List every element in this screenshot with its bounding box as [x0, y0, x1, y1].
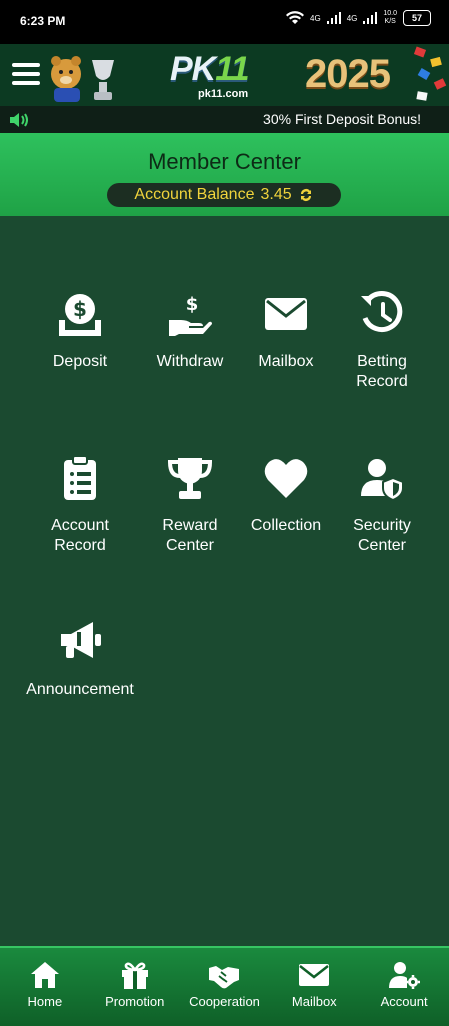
nav-mailbox[interactable]: Mailbox — [269, 948, 359, 1026]
battery-level: 57 — [411, 13, 422, 23]
bottom-navigation: Home Promotion Cooperation Mailbox Accou… — [0, 946, 449, 1026]
nav-home[interactable]: Home — [0, 948, 90, 1026]
status-time: 6:23 PM — [20, 14, 66, 28]
network-speed: 10.0 K/S — [383, 10, 397, 26]
announcement-label: Announcement — [26, 681, 134, 698]
megaphone-icon — [61, 622, 101, 658]
withdraw-icon: $ — [169, 294, 212, 336]
collection-button[interactable]: Collection — [238, 454, 334, 536]
reward-center-label: Reward Center — [162, 517, 218, 554]
network-label-2: 4G — [346, 13, 358, 23]
home-icon — [30, 962, 59, 988]
confetti-decoration — [413, 46, 447, 101]
mail-icon — [265, 298, 307, 330]
collection-label: Collection — [250, 517, 322, 534]
heart-icon — [264, 459, 308, 498]
security-center-label: Security Center — [353, 517, 411, 554]
nav-mailbox-label: Mailbox — [291, 994, 337, 1009]
security-center-button[interactable]: Security Center — [334, 454, 430, 556]
balance-value: 3.45 — [260, 186, 292, 203]
app-header: PK11 pk11.com 2025 — [0, 44, 449, 106]
mail-icon — [299, 964, 330, 986]
withdraw-label: Withdraw — [156, 353, 224, 370]
menu-icon[interactable] — [12, 63, 40, 87]
trophy-icon — [167, 458, 213, 499]
nav-cooperation[interactable]: Cooperation — [180, 948, 270, 1026]
nav-promotion-label: Promotion — [105, 994, 165, 1009]
balance-label: Account Balance — [134, 186, 255, 203]
deposit-label: Deposit — [52, 353, 108, 370]
member-center-header: Member Center Account Balance 3.45 — [0, 133, 449, 216]
signal-icon — [363, 12, 378, 24]
account-balance-pill[interactable]: Account Balance 3.45 — [107, 183, 341, 207]
nav-home-label: Home — [27, 994, 63, 1009]
mailbox-button[interactable]: Mailbox — [238, 290, 334, 372]
logo-number: 11 — [215, 50, 249, 88]
marquee-text: 30% First Deposit Bonus! — [263, 111, 421, 127]
year-badge: 2025 — [305, 52, 391, 96]
speed-value: 10.0 — [383, 10, 397, 17]
wifi-icon — [286, 11, 305, 24]
refresh-icon[interactable] — [298, 187, 314, 203]
signal-icon — [326, 12, 341, 24]
speaker-icon — [10, 113, 28, 127]
clipboard-icon — [64, 455, 96, 500]
announcement-button[interactable]: Announcement — [22, 618, 138, 700]
logo-domain: pk11.com — [198, 88, 249, 100]
nav-account-label: Account — [380, 994, 428, 1009]
withdraw-button[interactable]: $ Withdraw — [142, 290, 238, 372]
page-title: Member Center — [148, 149, 301, 174]
nav-account[interactable]: Account — [359, 948, 449, 1026]
handshake-icon — [209, 966, 240, 989]
svg-text:$: $ — [186, 294, 199, 315]
deposit-icon: $ — [59, 294, 101, 336]
account-record-button[interactable]: Account Record — [32, 454, 128, 556]
pk11-logo: PK11 pk11.com — [160, 50, 295, 100]
svg-text:$: $ — [73, 297, 87, 321]
battery-icon: 57 — [403, 10, 431, 26]
member-menu-grid: $ Deposit $ Withdraw Mailbox Betting Rec… — [0, 216, 449, 946]
gift-icon — [121, 962, 148, 989]
history-icon — [361, 291, 403, 333]
status-icons: 4G 4G 10.0 K/S 57 — [286, 10, 431, 26]
nav-cooperation-label: Cooperation — [189, 994, 260, 1009]
network-label-1: 4G — [310, 13, 321, 23]
account-record-label: Account Record — [51, 517, 109, 554]
user-shield-icon — [361, 459, 404, 502]
deposit-button[interactable]: $ Deposit — [32, 290, 128, 372]
betting-record-label: Betting Record — [356, 353, 408, 390]
logo-main: PK — [170, 50, 216, 88]
speed-unit: K/S — [384, 18, 396, 25]
mailbox-label: Mailbox — [258, 353, 314, 370]
betting-record-button[interactable]: Betting Record — [334, 290, 430, 392]
nav-promotion[interactable]: Promotion — [90, 948, 180, 1026]
announcement-marquee[interactable]: 30% First Deposit Bonus! — [0, 106, 449, 133]
mascot-image — [51, 56, 114, 102]
reward-center-button[interactable]: Reward Center — [142, 454, 238, 556]
status-bar: 6:23 PM 4G 4G 10.0 K/S 57 — [0, 0, 449, 44]
user-gear-icon — [389, 962, 421, 989]
